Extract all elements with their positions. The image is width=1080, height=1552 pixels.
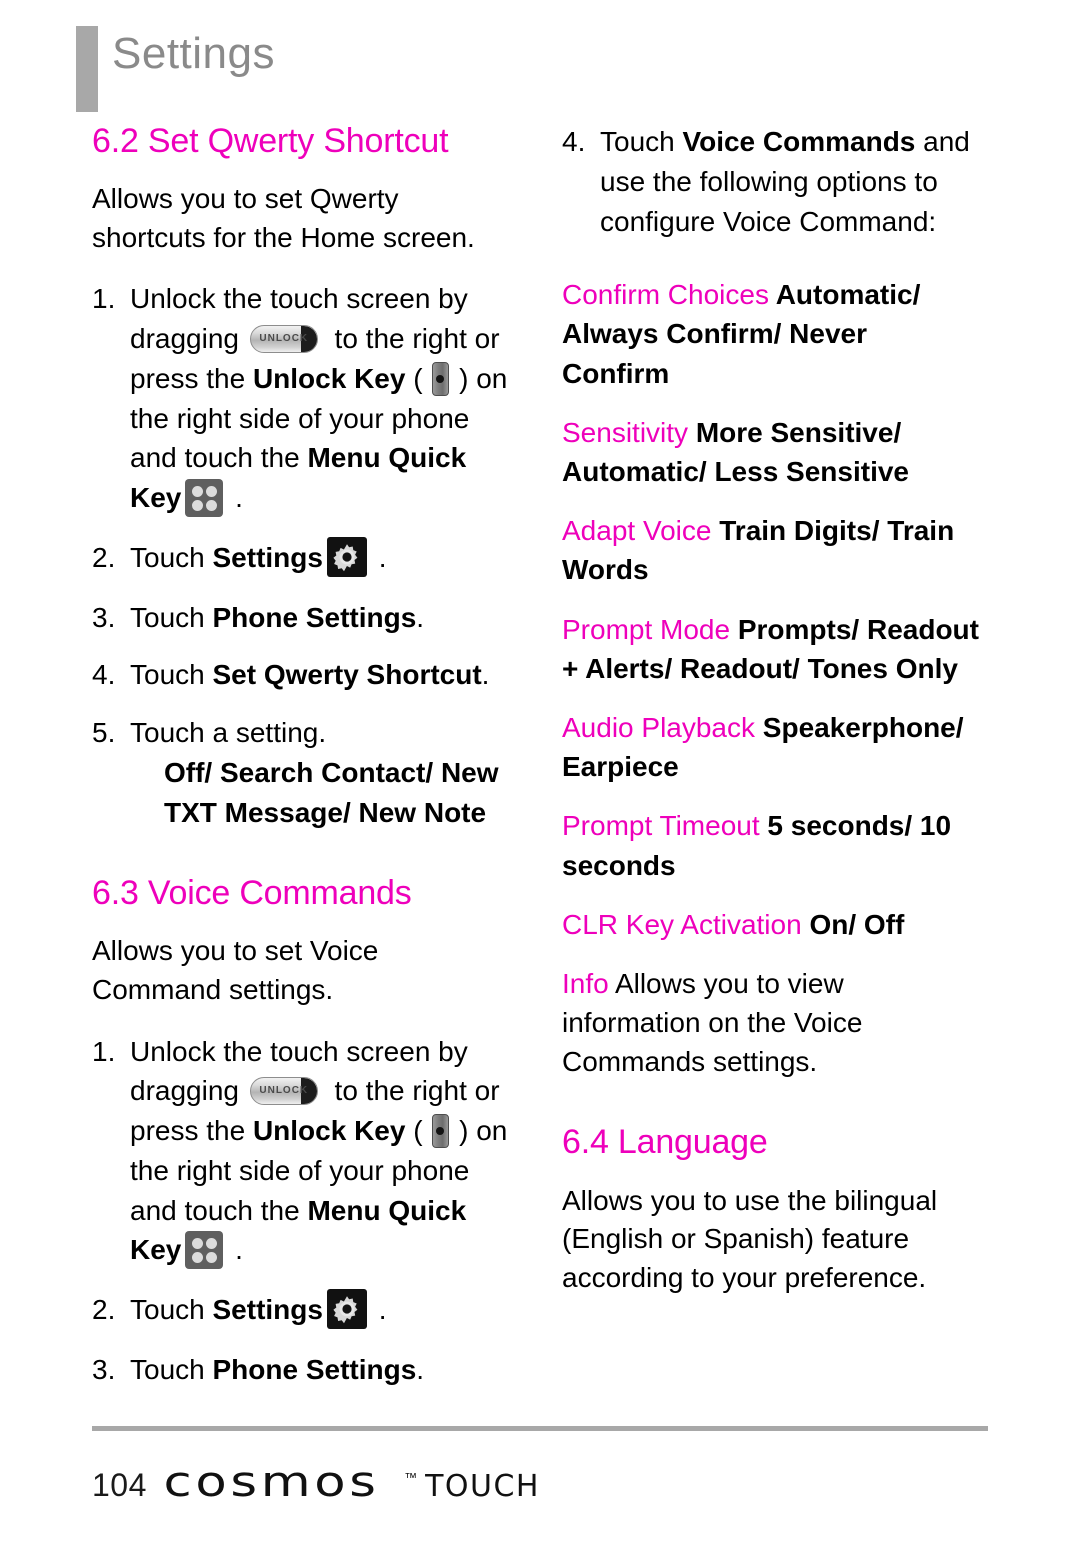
step-number: 2. <box>92 541 116 573</box>
step-text: Touch <box>130 1294 213 1326</box>
menu-quick-key-icon <box>185 1231 224 1270</box>
step-text: Touch <box>130 1353 213 1385</box>
step-bold-term: Set Qwerty Shortcut <box>212 659 482 691</box>
section-heading-language: 6.4 Language <box>562 1123 768 1162</box>
step-text: . <box>370 541 387 573</box>
right-column: 4. Touch Voice Commands and use the follo… <box>562 122 982 1319</box>
option-label: Prompt Mode <box>562 613 731 645</box>
page-header: Settings <box>0 26 1080 112</box>
option-entry-audio-playback: Audio Playback Speakerphone/ Earpiece <box>562 708 982 786</box>
trademark-symbol: ™ <box>404 1470 418 1485</box>
step-bold-term: Unlock Key <box>252 362 406 394</box>
settings-gear-icon <box>326 1289 367 1330</box>
header-tab-marker <box>76 26 98 112</box>
brand-product: TOUCH <box>425 1469 540 1504</box>
step-item: 3. Touch Phone Settings. <box>92 598 512 638</box>
unlock-key-icon <box>432 361 450 396</box>
option-label: Prompt Timeout <box>562 810 760 842</box>
option-label: Info <box>562 967 609 999</box>
option-entry-sensitivity: Sensitivity More Sensitive/ Automatic/ L… <box>562 413 982 491</box>
step-item: 4. Touch Set Qwerty Shortcut. <box>92 655 512 695</box>
step-item: 4. Touch Voice Commands and use the follo… <box>562 122 982 241</box>
step-item: 2. Touch Settings . <box>92 536 512 578</box>
step-number: 4. <box>562 126 586 157</box>
step-text: Touch <box>600 126 683 157</box>
step-number: 1. <box>92 1035 116 1067</box>
option-entry-adapt-voice: Adapt Voice Train Digits/ Train Words <box>562 511 982 589</box>
option-label: CLR Key Activation <box>562 908 802 940</box>
unlock-slider-icon: UNLOCK <box>249 324 324 353</box>
option-label: Adapt Voice <box>562 515 712 547</box>
step-bold-term: Phone Settings <box>212 1353 417 1385</box>
step-text: Touch <box>130 541 213 573</box>
step-text: ( <box>405 1115 431 1147</box>
step-bold-term: Settings <box>212 1294 323 1326</box>
settings-gear-icon <box>326 536 367 577</box>
footer-divider <box>92 1426 988 1431</box>
step-item: 1. Unlock the touch screen by dragging UN… <box>92 279 512 518</box>
step-number: 2. <box>92 1294 116 1326</box>
unlock-slider-icon: UNLOCK <box>249 1077 324 1106</box>
option-entry-prompt-timeout: Prompt Timeout 5 seconds/ 10 seconds <box>562 806 982 884</box>
left-column: 6.2 Set Qwerty Shortcut Allows you to se… <box>92 122 512 1410</box>
option-values: On/ Off <box>801 908 905 940</box>
unlock-key-icon <box>432 1114 450 1149</box>
step-number: 5. <box>92 717 116 749</box>
section-intro-language: Allows you to use the bilingual (English… <box>562 1184 938 1293</box>
section-heading-set-qwerty-shortcut: 6.2 Set Qwerty Shortcut <box>92 122 449 160</box>
step-text: . <box>416 601 425 633</box>
step-bold-term: Phone Settings <box>212 601 417 633</box>
step-bold-term: Settings <box>212 541 323 573</box>
step-text: . <box>227 482 243 514</box>
step-options-list: Off/ Search Contact/ New TXT Message/ Ne… <box>164 756 499 828</box>
step-text: Touch a setting. <box>130 717 327 749</box>
page-number: 104 <box>92 1467 147 1503</box>
option-label: Audio Playback <box>562 711 756 743</box>
step-item: 2. Touch Settings . <box>92 1289 512 1330</box>
step-text: . <box>416 1353 425 1385</box>
brand-logo: cosmos ™ TOUCH <box>163 1457 540 1506</box>
step-text: Touch <box>130 601 213 633</box>
step-bold-term: Voice Commands <box>682 126 916 157</box>
option-entry-clr-key-activation: CLR Key Activation On/ Off <box>562 905 982 944</box>
step-number: 3. <box>92 601 116 633</box>
menu-quick-key-icon <box>185 478 224 517</box>
step-bold-term: Unlock Key <box>252 1115 406 1147</box>
step-item: 1. Unlock the touch screen by dragging UN… <box>92 1032 512 1271</box>
step-number: 3. <box>92 1353 116 1385</box>
section-heading-voice-commands: 6.3 Voice Commands <box>92 874 412 913</box>
page-footer: 104 cosmos ™ TOUCH <box>92 1426 988 1506</box>
step-number: 4. <box>92 659 116 691</box>
option-entry-prompt-mode: Prompt Mode Prompts/ Readout + Alerts/ R… <box>562 610 982 688</box>
page-title: Settings <box>112 29 275 78</box>
option-label: Confirm Choices <box>562 279 769 311</box>
step-text: . <box>481 659 490 691</box>
step-number: 1. <box>92 283 116 315</box>
step-text: . <box>227 1234 243 1266</box>
option-label: Sensitivity <box>562 416 689 448</box>
section-intro-set-qwerty-shortcut: Allows you to set Qwerty shortcuts for t… <box>92 183 475 253</box>
step-text: . <box>370 1294 387 1326</box>
option-entry-confirm-choices: Confirm Choices Automatic/ Always Confir… <box>562 275 982 393</box>
step-item: 3. Touch Phone Settings. <box>92 1350 512 1390</box>
brand-name: cosmos <box>163 1457 380 1506</box>
step-text: Touch <box>130 659 213 691</box>
option-entry-info: Info Allows you to view information on t… <box>562 964 982 1082</box>
section-intro-voice-commands: Allows you to set Voice Command settings… <box>92 935 379 1006</box>
footer-row: 104 cosmos ™ TOUCH <box>92 1457 988 1506</box>
step-text: ( <box>405 362 431 394</box>
step-item: 5. Touch a setting. Off/ Search Contact/ … <box>92 713 512 832</box>
